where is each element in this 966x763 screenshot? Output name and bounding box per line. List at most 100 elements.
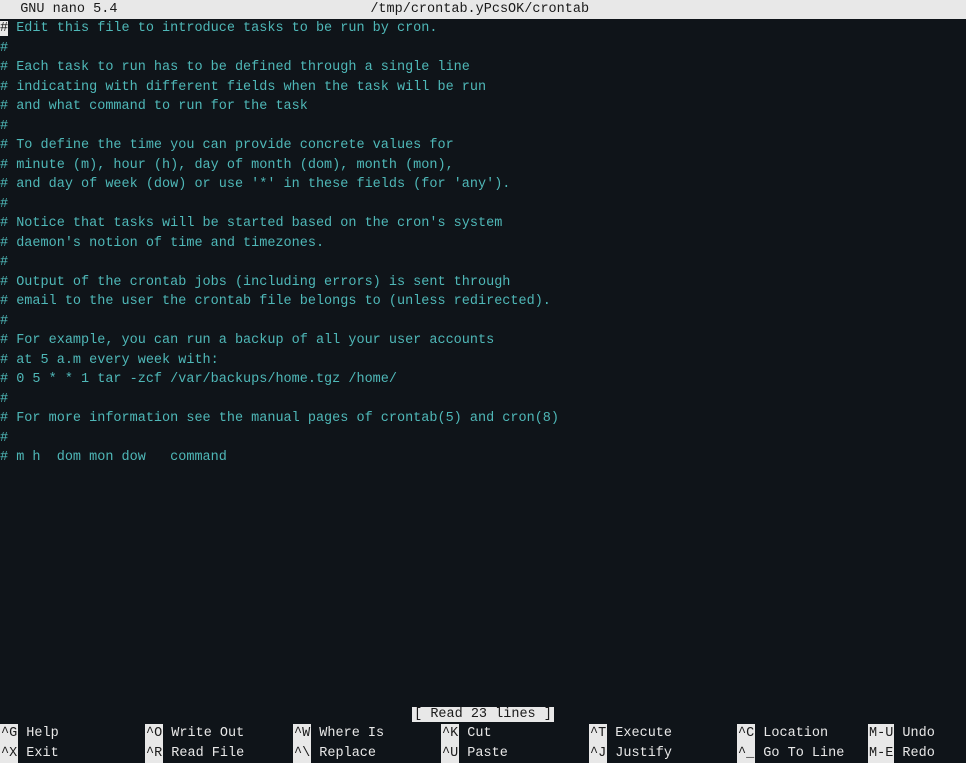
editor-line[interactable]: # Notice that tasks will be started base… <box>0 214 966 234</box>
editor-line[interactable]: # and what command to run for the task <box>0 97 966 117</box>
shortcut-label: Write Out <box>163 724 260 744</box>
editor-line[interactable]: # Edit this file to introduce tasks to b… <box>0 19 966 39</box>
comment-text: indicating with different fields when th… <box>8 80 486 95</box>
shortcut-key: ^U <box>441 744 459 763</box>
title-bar: GNU nano 5.4 /tmp/crontab.yPcsOK/crontab <box>0 0 966 19</box>
file-path: /tmp/crontab.yPcsOK/crontab <box>0 0 962 19</box>
editor-line[interactable]: # 0 5 * * 1 tar -zcf /var/backups/home.t… <box>0 370 966 390</box>
shortcut-label: Where Is <box>311 724 408 744</box>
comment-hash: # <box>0 197 8 212</box>
editor-line[interactable]: # minute (m), hour (h), day of month (do… <box>0 156 966 176</box>
editor-line[interactable]: # <box>0 195 966 215</box>
shortcut-label: Execute <box>607 724 704 744</box>
editor-line[interactable]: # To define the time you can provide con… <box>0 136 966 156</box>
shortcut-item: ^W Where Is <box>293 724 441 744</box>
shortcut-key: ^K <box>441 724 459 744</box>
editor-line[interactable]: # at 5 a.m every week with: <box>0 351 966 371</box>
shortcut-item: ^G Help <box>0 724 145 744</box>
shortcut-key: ^T <box>589 724 607 744</box>
status-bar: [ Read 23 lines ] <box>0 705 966 724</box>
shortcut-key: ^C <box>737 724 755 744</box>
editor-line[interactable]: # Each task to run has to be defined thr… <box>0 58 966 78</box>
comment-hash: # <box>0 431 8 446</box>
comment-hash: # <box>0 99 8 114</box>
editor-line[interactable]: # <box>0 39 966 59</box>
comment-hash: # <box>0 450 8 465</box>
comment-hash: # <box>0 80 8 95</box>
comment-hash: # <box>0 372 8 387</box>
comment-hash: # <box>0 119 8 134</box>
editor-line[interactable]: # <box>0 429 966 449</box>
status-message: [ Read 23 lines ] <box>412 707 554 722</box>
comment-hash: # <box>0 353 8 368</box>
shortcut-item: ^J Justify <box>589 744 737 763</box>
comment-hash: # <box>0 158 8 173</box>
comment-hash: # <box>0 275 8 290</box>
comment-hash: # <box>0 255 8 270</box>
shortcut-key: ^_ <box>737 744 755 763</box>
editor-line[interactable]: # indicating with different fields when … <box>0 78 966 98</box>
shortcut-row-1: ^G Help ^O Write Out ^W Where Is ^K Cut … <box>0 724 966 744</box>
comment-text: email to the user the crontab file belon… <box>8 294 551 309</box>
shortcut-label: Cut <box>459 724 556 744</box>
comment-text: m h dom mon dow command <box>8 450 227 465</box>
shortcut-item: ^T Execute <box>589 724 737 744</box>
comment-text: daemon's notion of time and timezones. <box>8 236 324 251</box>
comment-hash: # <box>0 236 8 251</box>
shortcut-key: ^O <box>145 724 163 744</box>
comment-text: Notice that tasks will be started based … <box>8 216 502 231</box>
shortcut-label: Exit <box>18 744 115 763</box>
comment-hash: # <box>0 60 8 75</box>
shortcut-label: Paste <box>459 744 556 763</box>
shortcut-item: ^K Cut <box>441 724 589 744</box>
comment-hash: # <box>0 138 8 153</box>
comment-text: at 5 a.m every week with: <box>8 353 219 368</box>
shortcut-label: Replace <box>311 744 408 763</box>
comment-hash: # <box>0 333 8 348</box>
comment-text: To define the time you can provide concr… <box>8 138 454 153</box>
editor-line[interactable]: # and day of week (dow) or use '*' in th… <box>0 175 966 195</box>
editor-line[interactable]: # <box>0 253 966 273</box>
comment-hash: # <box>0 314 8 329</box>
editor-line[interactable]: # For example, you can run a backup of a… <box>0 331 966 351</box>
comment-text: Output of the crontab jobs (including er… <box>8 275 510 290</box>
comment-text: 0 5 * * 1 tar -zcf /var/backups/home.tgz… <box>8 372 397 387</box>
editor-line[interactable]: # email to the user the crontab file bel… <box>0 292 966 312</box>
comment-text: and day of week (dow) or use '*' in thes… <box>8 177 510 192</box>
shortcut-label: Help <box>18 724 115 744</box>
editor-content[interactable]: # Edit this file to introduce tasks to b… <box>0 19 966 468</box>
shortcut-key: M-E <box>868 744 894 763</box>
editor-line[interactable]: # Output of the crontab jobs (including … <box>0 273 966 293</box>
shortcut-key: ^G <box>0 724 18 744</box>
shortcut-item: M-U Undo <box>868 724 958 744</box>
shortcut-label: Undo <box>894 724 943 744</box>
comment-hash: # <box>0 177 8 192</box>
editor-line[interactable]: # <box>0 390 966 410</box>
shortcut-item: ^U Paste <box>441 744 589 763</box>
shortcut-item: ^C Location <box>737 724 868 744</box>
shortcut-item: ^X Exit <box>0 744 145 763</box>
shortcuts-bar: ^G Help ^O Write Out ^W Where Is ^K Cut … <box>0 724 966 763</box>
editor-line[interactable]: # <box>0 312 966 332</box>
editor-line[interactable]: # <box>0 117 966 137</box>
shortcut-key: ^W <box>293 724 311 744</box>
comment-hash: # <box>0 41 8 56</box>
shortcut-label: Go To Line <box>755 744 852 763</box>
editor-line[interactable]: # m h dom mon dow command <box>0 448 966 468</box>
comment-text: and what command to run for the task <box>8 99 308 114</box>
shortcut-key: ^R <box>145 744 163 763</box>
shortcut-item: ^O Write Out <box>145 724 293 744</box>
shortcut-row-2: ^X Exit ^R Read File ^\ Replace ^U Paste… <box>0 744 966 763</box>
comment-text: For more information see the manual page… <box>8 411 559 426</box>
shortcut-key: ^J <box>589 744 607 763</box>
shortcut-item: M-E Redo <box>868 744 958 763</box>
shortcut-label: Redo <box>894 744 943 763</box>
shortcut-key: ^\ <box>293 744 311 763</box>
shortcut-key: M-U <box>868 724 894 744</box>
comment-hash: # <box>0 392 8 407</box>
shortcut-label: Read File <box>163 744 260 763</box>
comment-hash: # <box>0 294 8 309</box>
comment-hash: # <box>0 21 8 36</box>
editor-line[interactable]: # For more information see the manual pa… <box>0 409 966 429</box>
editor-line[interactable]: # daemon's notion of time and timezones. <box>0 234 966 254</box>
